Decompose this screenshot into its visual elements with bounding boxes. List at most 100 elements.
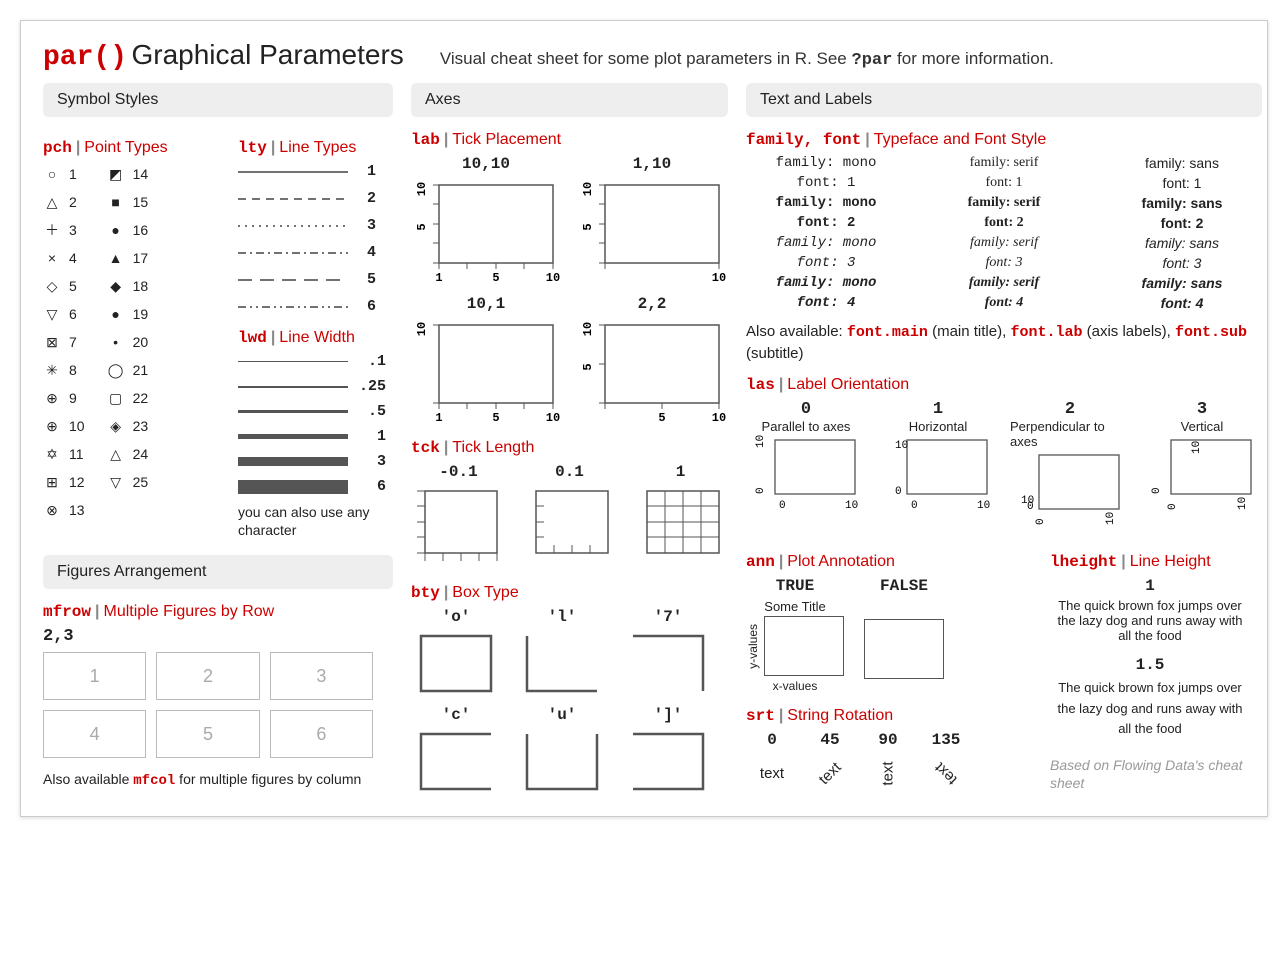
svg-text:10: 10 <box>546 271 560 285</box>
svg-text:0: 0 <box>755 487 767 494</box>
font-sample: font: 2 <box>924 215 1084 231</box>
pch-note: you can also use any character <box>238 503 393 539</box>
pch-item: ＋3 <box>43 219 85 241</box>
lwd-header: lwd|Line Width <box>238 329 393 347</box>
lty-item: 3 <box>238 217 393 234</box>
font-sample: font: 1 <box>924 175 1084 191</box>
lab-plot-10-10: 1510 105 <box>411 177 561 287</box>
svg-text:10: 10 <box>712 271 726 285</box>
lab-header: lab|Tick Placement <box>411 131 728 149</box>
font-sample: font: 1 <box>1102 175 1262 191</box>
lty-header: lty|Line Types <box>238 139 393 157</box>
lab-plot-10-1: 1510 10 <box>411 317 561 427</box>
pch-item: ◈23 <box>107 415 149 437</box>
svg-text:10: 10 <box>895 440 908 452</box>
tck-row: -0.1 0.1 1 <box>411 463 728 570</box>
pch-item: ⊕9 <box>43 387 85 409</box>
svg-text:0: 0 <box>1035 518 1047 525</box>
pch-item: ×4 <box>43 247 85 269</box>
mfrow-grid: 123456 <box>43 652 373 758</box>
pch-item: ▢22 <box>107 387 149 409</box>
bty-row-1: 'o' 'l' '7' <box>411 608 728 700</box>
pch-item: ▽25 <box>107 471 149 493</box>
mfrow-cell: 6 <box>270 710 373 758</box>
ann-false: FALSE <box>864 577 944 679</box>
pch-item: ▲17 <box>107 247 149 269</box>
lwd-item: .1 <box>238 353 393 370</box>
svg-text:5: 5 <box>492 271 499 285</box>
family-also: Also available: font.main (main title), … <box>746 321 1262 364</box>
mfrow-value: 2,3 <box>43 627 393 646</box>
srt-header: srt|String Rotation <box>746 707 1026 725</box>
srt-row: 0text45text90text135text <box>746 731 1026 793</box>
bty-7 <box>623 630 713 700</box>
bty-c <box>411 728 501 798</box>
pch-item: ●16 <box>107 219 149 241</box>
section-fig-arrangement: Figures Arrangement <box>43 555 393 589</box>
srt-item: 0text <box>752 731 792 793</box>
svg-text:10: 10 <box>581 322 595 336</box>
font-sample: family: mono <box>746 195 906 211</box>
font-sample: family: serif <box>924 235 1084 251</box>
svg-text:5: 5 <box>581 363 595 370</box>
pch-item: ●19 <box>107 303 149 325</box>
svg-text:1: 1 <box>435 271 442 285</box>
ann-row: TRUE Some Title y-values x-values FALSE <box>746 577 1026 693</box>
font-sample: family: serif <box>924 275 1084 291</box>
font-sample: family: serif <box>924 155 1084 171</box>
bty-o <box>411 630 501 700</box>
svg-text:10: 10 <box>712 411 726 425</box>
lty-item: 4 <box>238 244 393 261</box>
tck-plot-pos <box>522 485 617 570</box>
lwd-item: .5 <box>238 403 393 420</box>
mfrow-header: mfrow|Multiple Figures by Row <box>43 603 393 621</box>
lwd-item: 3 <box>238 453 393 470</box>
font-sample: font: 1 <box>746 175 906 191</box>
las-item: 3Vertical 10 0 0 10 <box>1142 400 1262 529</box>
pch-item: ✳8 <box>43 359 85 381</box>
pch-item: ⊕10 <box>43 415 85 437</box>
font-sample: font: 3 <box>746 255 906 271</box>
section-text-labels: Text and Labels <box>746 83 1262 117</box>
font-sample: family: sans <box>1102 195 1262 211</box>
title-row: par() Graphical Parameters Visual cheat … <box>43 39 1245 73</box>
lheight-1-5: 1.5 The quick brown fox jumps over the l… <box>1050 656 1250 740</box>
section-axes: Axes <box>411 83 728 117</box>
bty-row-2: 'c' 'u' ']' <box>411 706 728 798</box>
svg-text:10: 10 <box>415 182 429 196</box>
mfrow-cell: 5 <box>156 710 259 758</box>
font-grid: family: mono family: serif family: sans fon… <box>746 155 1262 311</box>
bty-l <box>517 630 607 700</box>
svg-text:0: 0 <box>1167 503 1179 510</box>
font-sample: family: serif <box>924 195 1084 211</box>
svg-text:10: 10 <box>581 182 595 196</box>
font-sample: font: 4 <box>924 295 1084 311</box>
pch-item: ◆18 <box>107 275 149 297</box>
lty-item: 2 <box>238 190 393 207</box>
lab-row-2: 10,1 1510 10 2,2 510 105 <box>411 295 728 427</box>
lab-row-1: 10,10 1510 105 1,10 10 105 <box>411 155 728 287</box>
mfrow-cell: 1 <box>43 652 146 700</box>
svg-text:10: 10 <box>415 322 429 336</box>
las-item: 0Parallel to axes 10 0 0 10 <box>746 400 866 529</box>
las-item: 1Horizontal 10 0 0 10 <box>878 400 998 529</box>
lty-item: 6 <box>238 298 393 315</box>
svg-text:10: 10 <box>845 500 858 512</box>
srt-item: 45text <box>810 731 850 793</box>
title-text: Graphical Parameters <box>131 39 403 70</box>
svg-text:5: 5 <box>658 411 665 425</box>
family-header: family, font|Typeface and Font Style <box>746 131 1262 149</box>
credit: Based on Flowing Data's cheat sheet <box>1050 756 1260 792</box>
font-sample: family: sans <box>1102 275 1262 291</box>
svg-text:0: 0 <box>1151 487 1163 494</box>
ann-header: ann|Plot Annotation <box>746 553 1026 571</box>
las-header: las|Label Orientation <box>746 376 1262 394</box>
lab-plot-1-10: 10 105 <box>577 177 727 287</box>
pch-item: ▽6 <box>43 303 85 325</box>
tck-plot-neg <box>411 485 506 570</box>
pch-item: ⊞12 <box>43 471 85 493</box>
cheatsheet-page: par() Graphical Parameters Visual cheat … <box>20 20 1268 817</box>
ann-true: TRUE Some Title y-values x-values <box>746 577 844 693</box>
lheight-1: 1 The quick brown fox jumps over the laz… <box>1050 577 1250 644</box>
pch-item: △24 <box>107 443 149 465</box>
